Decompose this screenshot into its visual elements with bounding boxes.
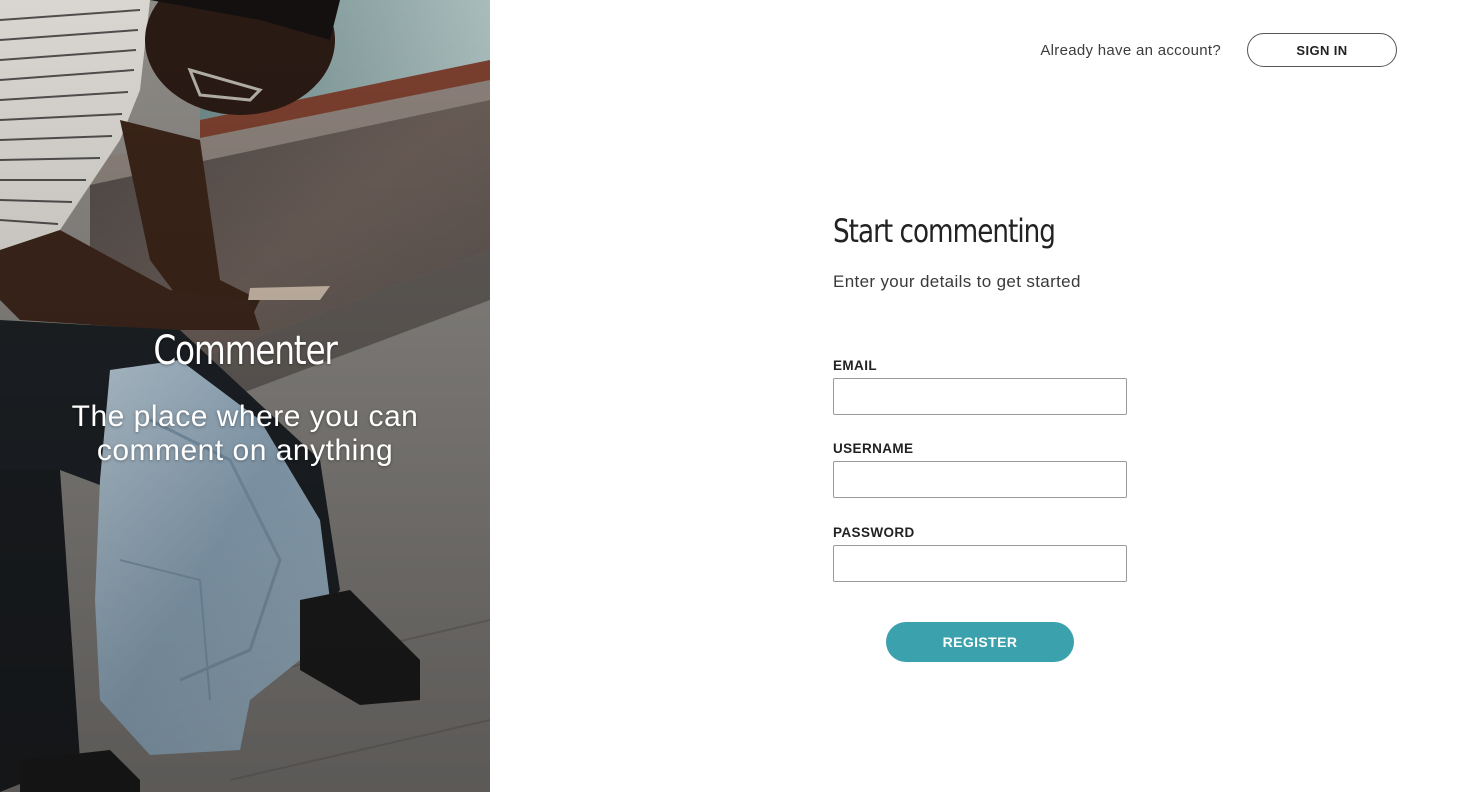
sign-in-button[interactable]: SIGN IN bbox=[1247, 33, 1397, 67]
password-label: PASSWORD bbox=[833, 525, 915, 540]
username-label: USERNAME bbox=[833, 441, 914, 456]
brand-title: Commenter bbox=[153, 328, 338, 374]
email-group: EMAIL bbox=[833, 358, 1127, 415]
email-field[interactable] bbox=[833, 378, 1127, 415]
registration-page: Commenter The place where you can commen… bbox=[0, 0, 1468, 792]
form-subtitle: Enter your details to get started bbox=[833, 272, 1081, 291]
username-field[interactable] bbox=[833, 461, 1127, 498]
hero-tagline-line-2: comment on anything bbox=[96, 434, 394, 467]
register-button[interactable]: REGISTER bbox=[886, 622, 1074, 662]
registration-form: Start commenting Enter your details to g… bbox=[833, 212, 1127, 662]
password-group: PASSWORD bbox=[833, 525, 1127, 582]
password-field[interactable] bbox=[833, 545, 1127, 582]
email-label: EMAIL bbox=[833, 358, 877, 373]
hero-tagline-line-1: The place where you can bbox=[71, 400, 419, 433]
signin-prompt: Already have an account? bbox=[1040, 41, 1221, 59]
hero-tagline: The place where you can comment on anyth… bbox=[0, 400, 490, 468]
form-title: Start commenting bbox=[833, 212, 1056, 250]
hero-panel: Commenter The place where you can commen… bbox=[0, 0, 490, 792]
top-bar: Already have an account? SIGN IN bbox=[1040, 33, 1397, 67]
username-group: USERNAME bbox=[833, 441, 1127, 498]
hero-photo bbox=[0, 0, 490, 792]
